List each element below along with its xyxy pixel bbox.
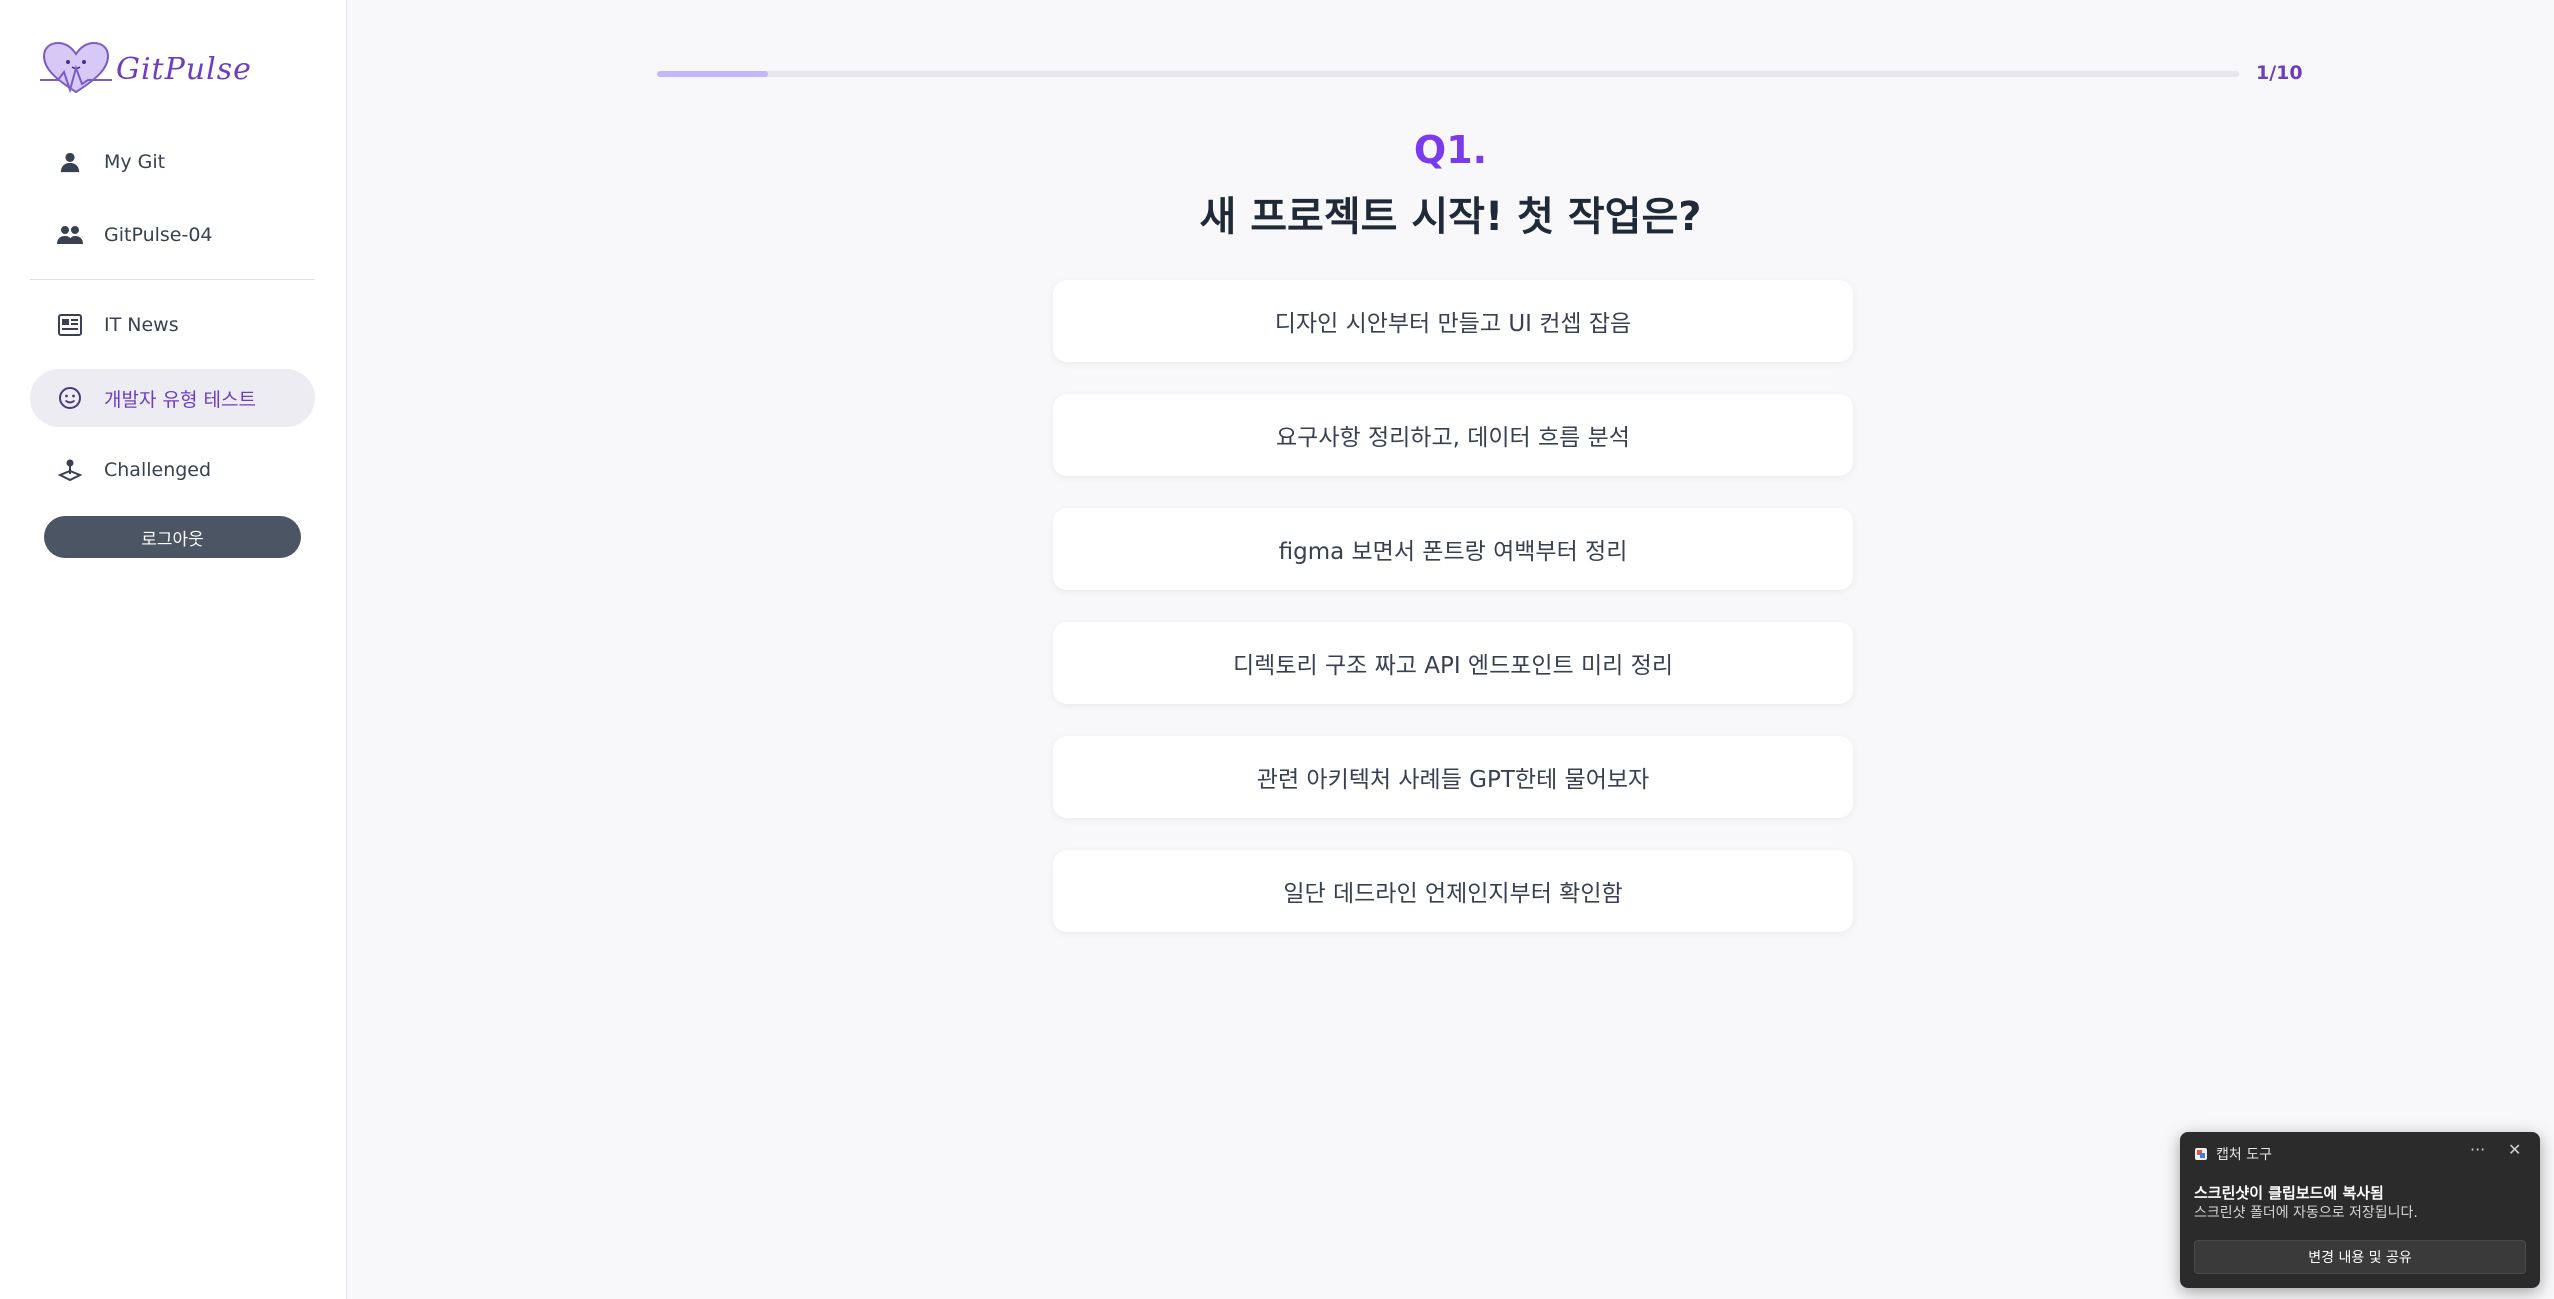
snipping-tool-icon xyxy=(2195,1148,2207,1160)
sidebar-item-label: Challenged xyxy=(104,459,212,481)
logo-text: GitPulse xyxy=(116,51,252,87)
notification-body: 스크린샷 폴더에 자동으로 저장됩니다. xyxy=(2194,1205,2418,1221)
sidebar: GitPulse My Git GitPulse-04 IT News 개발자 … xyxy=(0,0,347,1299)
sidebar-item-label: My Git xyxy=(104,151,166,173)
progress-bar xyxy=(657,71,2239,77)
sidebar-item-gitpulse-04[interactable]: GitPulse-04 xyxy=(30,206,315,264)
sidebar-item-label: 개발자 유형 테스트 xyxy=(104,388,256,411)
question-title: 새 프로젝트 시작! 첫 작업은? xyxy=(1199,194,1702,240)
edit-and-share-button[interactable]: 변경 내용 및 공유 xyxy=(2194,1240,2526,1274)
more-options-icon[interactable]: ··· xyxy=(2470,1140,2485,1159)
sidebar-divider xyxy=(30,279,315,280)
answer-option[interactable]: figma 보면서 폰트랑 여백부터 정리 xyxy=(1053,508,1853,590)
answer-option[interactable]: 관련 아키텍처 사례들 GPT한테 물어보자 xyxy=(1053,736,1853,818)
answer-options: 디자인 시안부터 만들고 UI 컨셉 잡음 요구사항 정리하고, 데이터 흐름 … xyxy=(1053,280,1853,964)
sidebar-item-label: IT News xyxy=(104,314,179,336)
sidebar-item-dev-type-test[interactable]: 개발자 유형 테스트 xyxy=(30,369,315,427)
progress-fill xyxy=(657,71,768,77)
person-icon xyxy=(56,148,84,176)
smiley-icon xyxy=(56,384,84,412)
sidebar-item-it-news[interactable]: IT News xyxy=(30,296,315,354)
sidebar-item-challenged[interactable]: Challenged xyxy=(30,441,315,499)
people-icon xyxy=(56,221,84,249)
notification-app-name: 캡처 도구 xyxy=(2216,1147,2272,1163)
sidebar-item-my-git[interactable]: My Git xyxy=(30,133,315,191)
close-icon[interactable]: ✕ xyxy=(2508,1140,2521,1159)
sidebar-item-label: GitPulse-04 xyxy=(104,224,213,246)
joystick-icon xyxy=(56,456,84,484)
question-number: Q1. xyxy=(1413,128,1488,172)
progress-counter: 1/10 xyxy=(2256,62,2303,84)
answer-option[interactable]: 요구사항 정리하고, 데이터 흐름 분석 xyxy=(1053,394,1853,476)
answer-option[interactable]: 디렉토리 구조 짜고 API 엔드포인트 미리 정리 xyxy=(1053,622,1853,704)
notification-header: 캡처 도구 xyxy=(2194,1144,2272,1164)
screenshot-notification: 캡처 도구 ··· ✕ 스크린샷이 클립보드에 복사됨 스크린샷 폴더에 자동으… xyxy=(2180,1132,2540,1288)
app-logo[interactable]: GitPulse xyxy=(40,40,252,98)
answer-option[interactable]: 디자인 시안부터 만들고 UI 컨셉 잡음 xyxy=(1053,280,1853,362)
newspaper-icon xyxy=(56,311,84,339)
heart-logo-icon xyxy=(40,41,112,94)
answer-option[interactable]: 일단 데드라인 언제인지부터 확인함 xyxy=(1053,850,1853,932)
notification-title: 스크린샷이 클립보드에 복사됨 xyxy=(2194,1184,2384,1202)
logout-button[interactable]: 로그아웃 xyxy=(44,516,301,558)
